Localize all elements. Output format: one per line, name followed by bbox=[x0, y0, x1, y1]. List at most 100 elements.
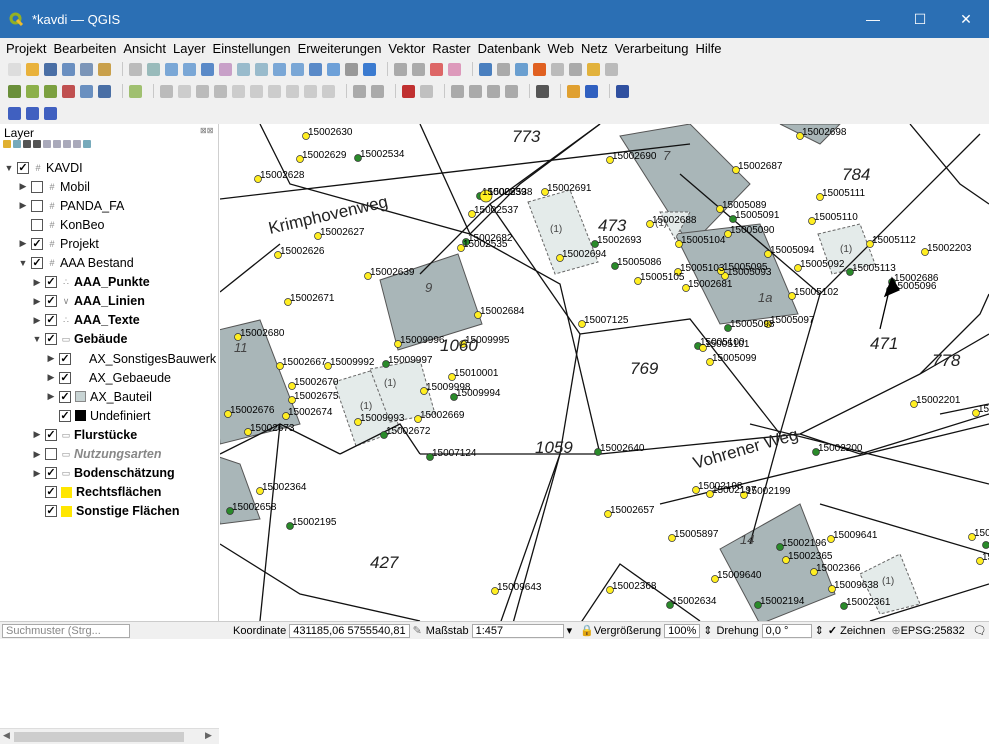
tool-button-icon[interactable] bbox=[430, 63, 443, 76]
layer-item[interactable]: ✓Sonstige Flächen bbox=[32, 502, 180, 521]
tool-button-icon[interactable] bbox=[402, 85, 415, 98]
layer-item[interactable]: ▶▭Nutzungsarten bbox=[32, 445, 162, 464]
close-button[interactable]: ✕ bbox=[943, 0, 989, 38]
tool-button-icon[interactable] bbox=[250, 85, 263, 98]
menu-0[interactable]: Projekt bbox=[6, 41, 46, 56]
tool-button-icon[interactable] bbox=[487, 85, 500, 98]
menu-12[interactable]: Hilfe bbox=[695, 41, 721, 56]
map-svg[interactable]: 1500263015002629150025341500269815002628… bbox=[220, 124, 989, 621]
expand-arrow-icon[interactable]: ▶ bbox=[18, 238, 28, 249]
layer-visibility-checkbox[interactable]: ✓ bbox=[45, 295, 57, 307]
layer-item[interactable]: #KonBeo bbox=[18, 215, 104, 234]
map-canvas[interactable]: 1500263015002629150025341500269815002628… bbox=[220, 124, 989, 621]
expand-arrow-icon[interactable]: ▶ bbox=[32, 296, 42, 307]
tool-button-icon[interactable] bbox=[160, 85, 173, 98]
render-checkbox-icon[interactable]: ✓ bbox=[828, 624, 837, 637]
tool-button-icon[interactable] bbox=[219, 63, 232, 76]
tool-button-icon[interactable] bbox=[268, 85, 281, 98]
layer-visibility-checkbox[interactable]: ✓ bbox=[45, 429, 57, 441]
tool-button-icon[interactable] bbox=[44, 107, 57, 120]
layer-item[interactable]: ▶✓AX_Bauteil bbox=[46, 387, 152, 406]
scroll-right-icon[interactable]: ▶ bbox=[205, 730, 212, 741]
expand-arrow-icon[interactable]: ▶ bbox=[46, 391, 56, 402]
layer-visibility-checkbox[interactable]: ✓ bbox=[45, 486, 57, 498]
tool-button-icon[interactable] bbox=[345, 63, 358, 76]
tool-button-icon[interactable] bbox=[8, 63, 21, 76]
tool-button-icon[interactable] bbox=[129, 85, 142, 98]
collapse-arrow-icon[interactable]: ▼ bbox=[4, 163, 14, 173]
layer-item[interactable]: ▶✓#Projekt bbox=[18, 234, 99, 253]
lock-icon[interactable]: 🔒 bbox=[580, 624, 594, 637]
layer-item[interactable]: ▼✓#KAVDI bbox=[4, 158, 83, 177]
menu-7[interactable]: Raster bbox=[432, 41, 470, 56]
tool-button-icon[interactable] bbox=[129, 63, 142, 76]
tool-button-icon[interactable] bbox=[353, 85, 366, 98]
tool-button-icon[interactable] bbox=[26, 85, 39, 98]
crs-icon[interactable]: ⊕ bbox=[891, 624, 900, 637]
tool-button-icon[interactable] bbox=[8, 107, 21, 120]
layer-tool-icon[interactable] bbox=[3, 140, 11, 148]
crs-button[interactable]: EPSG:25832 bbox=[901, 625, 965, 637]
layer-visibility-checkbox[interactable]: ✓ bbox=[59, 353, 71, 365]
layer-tool-icon[interactable] bbox=[63, 140, 71, 148]
tool-button-icon[interactable] bbox=[616, 85, 629, 98]
expand-arrow-icon[interactable]: ▶ bbox=[32, 468, 42, 479]
expand-arrow-icon[interactable]: ▶ bbox=[32, 277, 42, 288]
tool-button-icon[interactable] bbox=[505, 85, 518, 98]
menu-4[interactable]: Einstellungen bbox=[213, 41, 291, 56]
scrollbar-thumb[interactable] bbox=[14, 732, 184, 742]
tool-button-icon[interactable] bbox=[363, 63, 376, 76]
tool-button-icon[interactable] bbox=[536, 85, 549, 98]
tool-button-icon[interactable] bbox=[196, 85, 209, 98]
tool-button-icon[interactable] bbox=[291, 63, 304, 76]
tool-button-icon[interactable] bbox=[44, 63, 57, 76]
rotation-spinner-icon[interactable]: ⇕ bbox=[815, 624, 824, 637]
scroll-left-icon[interactable]: ◀ bbox=[3, 730, 10, 741]
tool-button-icon[interactable] bbox=[585, 85, 598, 98]
tool-button-icon[interactable] bbox=[551, 63, 564, 76]
layer-visibility-checkbox[interactable]: ✓ bbox=[59, 391, 71, 403]
horizontal-scrollbar[interactable]: ◀ ▶ bbox=[0, 728, 219, 744]
tool-button-icon[interactable] bbox=[448, 63, 461, 76]
tool-button-icon[interactable] bbox=[26, 107, 39, 120]
pan-icon[interactable]: ✎ bbox=[413, 624, 422, 637]
tool-button-icon[interactable] bbox=[80, 63, 93, 76]
menu-11[interactable]: Verarbeitung bbox=[615, 41, 689, 56]
tool-button-icon[interactable] bbox=[479, 63, 492, 76]
tool-button-icon[interactable] bbox=[8, 85, 21, 98]
tool-button-icon[interactable] bbox=[394, 63, 407, 76]
coordinate-field[interactable]: 431185,06 5755540,81 bbox=[289, 624, 409, 638]
expand-arrow-icon[interactable]: ▶ bbox=[32, 315, 42, 326]
expand-arrow-icon[interactable]: ▶ bbox=[32, 429, 42, 440]
menu-2[interactable]: Ansicht bbox=[123, 41, 166, 56]
tool-button-icon[interactable] bbox=[237, 63, 250, 76]
layer-visibility-checkbox[interactable]: ✓ bbox=[45, 276, 57, 288]
tool-button-icon[interactable] bbox=[309, 63, 322, 76]
layer-visibility-checkbox[interactable]: ✓ bbox=[45, 505, 57, 517]
layer-tool-icon[interactable] bbox=[13, 140, 21, 148]
layer-item[interactable]: ✓Undefiniert bbox=[46, 406, 150, 425]
tool-button-icon[interactable] bbox=[533, 63, 546, 76]
locator-search-input[interactable]: Suchmuster (Strg... bbox=[2, 624, 130, 638]
tool-button-icon[interactable] bbox=[232, 85, 245, 98]
layer-visibility-checkbox[interactable] bbox=[31, 219, 43, 231]
rotation-field[interactable]: 0,0 ° bbox=[762, 624, 812, 638]
layer-visibility-checkbox[interactable]: ✓ bbox=[17, 162, 29, 174]
layer-tool-icon[interactable] bbox=[33, 140, 41, 148]
tool-button-icon[interactable] bbox=[98, 85, 111, 98]
tool-button-icon[interactable] bbox=[165, 63, 178, 76]
tool-button-icon[interactable] bbox=[451, 85, 464, 98]
tool-button-icon[interactable] bbox=[412, 63, 425, 76]
layer-visibility-checkbox[interactable]: ✓ bbox=[59, 410, 71, 422]
layer-tool-icon[interactable] bbox=[23, 140, 31, 148]
layer-item[interactable]: ▶#PANDA_FA bbox=[18, 196, 124, 215]
tool-button-icon[interactable] bbox=[497, 63, 510, 76]
tool-button-icon[interactable] bbox=[371, 85, 384, 98]
expand-arrow-icon[interactable]: ▶ bbox=[18, 200, 28, 211]
menu-1[interactable]: Bearbeiten bbox=[53, 41, 116, 56]
layer-item[interactable]: ▶✓∴AAA_Punkte bbox=[32, 273, 150, 292]
layer-item[interactable]: ▶✓AX_Gebaeude bbox=[46, 368, 171, 387]
layer-visibility-checkbox[interactable]: ✓ bbox=[45, 314, 57, 326]
zoom-spinner-icon[interactable]: ⇕ bbox=[703, 624, 712, 637]
tool-button-icon[interactable] bbox=[26, 63, 39, 76]
